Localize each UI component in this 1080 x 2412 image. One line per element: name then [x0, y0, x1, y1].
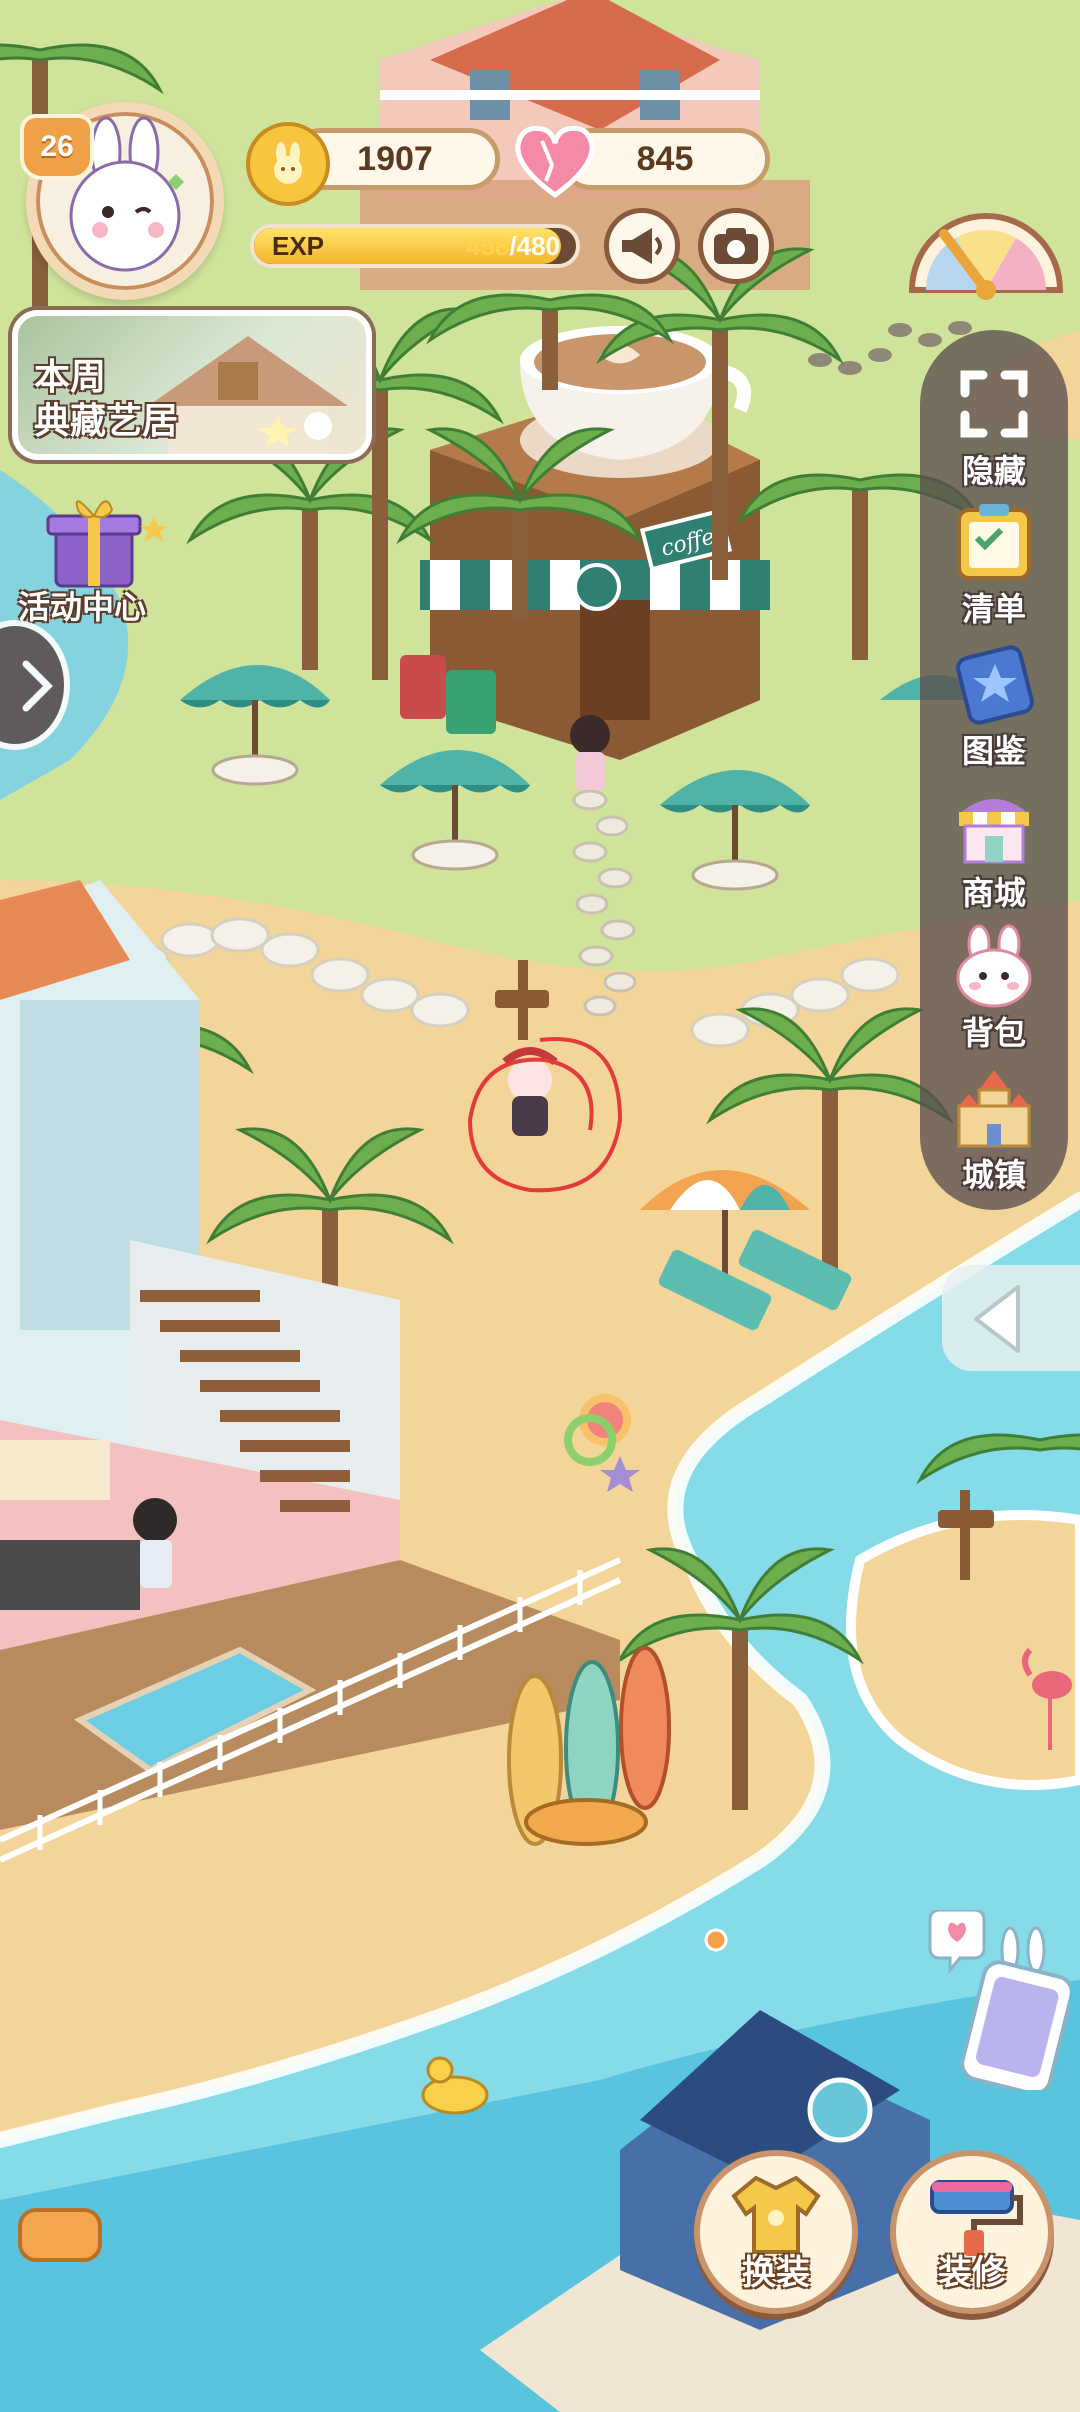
gauge-icon: [908, 213, 1064, 300]
weekly-event-text: 本周 典藏艺居: [34, 356, 178, 444]
side-item-checklist[interactable]: 清单: [920, 500, 1068, 640]
activity-center-button[interactable]: 活动中心: [8, 490, 178, 630]
dress-up-label: 换装: [742, 2253, 810, 2293]
side-item-label: 商城: [961, 874, 1026, 912]
weekly-event-line2: 典藏艺居: [34, 401, 179, 442]
level-badge: 26: [20, 114, 94, 180]
weather-gauge[interactable]: [906, 190, 1066, 300]
checklist-icon: [946, 500, 1042, 584]
decorate-button[interactable]: 装修: [890, 2150, 1054, 2314]
gift-box-icon: [46, 500, 168, 588]
bunny-phone-icon: [928, 1908, 1074, 2096]
phone-button[interactable]: [920, 1908, 1074, 2096]
heart-icon: [512, 118, 598, 204]
exp-value: 458/480: [466, 228, 560, 264]
megaphone-icon: [622, 228, 662, 264]
announcement-button[interactable]: [604, 208, 680, 284]
exp-label: EXP: [272, 231, 325, 261]
decorate-label: 装修: [938, 2253, 1006, 2293]
triangle-left-icon: [974, 1285, 1020, 1353]
coin-icon: [246, 122, 330, 206]
activity-center-label: 活动中心: [18, 588, 147, 626]
exp-current: 458: [466, 231, 510, 261]
shop-icon: [946, 784, 1042, 868]
castle-icon: [946, 1066, 1042, 1150]
camera-icon: [714, 228, 758, 264]
bunny-bag-icon: [946, 924, 1042, 1008]
side-item-backpack[interactable]: 背包: [920, 924, 1068, 1064]
side-item-label: 背包: [961, 1014, 1026, 1052]
star-book-icon: [946, 642, 1042, 726]
exp-bar: EXP 458/480: [250, 224, 580, 268]
side-item-label: 清单: [961, 590, 1026, 628]
side-item-label: 城镇: [961, 1156, 1026, 1194]
exp-max: /480: [509, 231, 560, 261]
expand-icon: [946, 362, 1042, 446]
player-avatar[interactable]: 26: [20, 102, 224, 300]
weekly-event-line1: 本周: [34, 357, 107, 398]
dress-up-button[interactable]: 换装: [694, 2150, 858, 2314]
side-item-label: 图鉴: [961, 732, 1026, 770]
coin-amount: 1907: [357, 139, 433, 178]
weekly-event-banner[interactable]: 本周 典藏艺居: [12, 310, 372, 460]
game-scene[interactable]: coffee 26 1907 845 EXP 458/480 本周 典藏艺居 活…: [0, 0, 1080, 2412]
camera-button[interactable]: [698, 208, 774, 284]
heart-amount: 845: [636, 139, 694, 178]
side-item-label: 隐藏: [961, 452, 1026, 490]
side-item-shop[interactable]: 商城: [920, 784, 1068, 924]
right-collapse-tab[interactable]: [942, 1265, 1080, 1371]
chevron-right-icon: [22, 660, 53, 712]
side-item-hide[interactable]: 隐藏: [920, 362, 1068, 502]
side-item-collection[interactable]: 图鉴: [920, 642, 1068, 782]
side-item-town[interactable]: 城镇: [920, 1066, 1068, 1206]
